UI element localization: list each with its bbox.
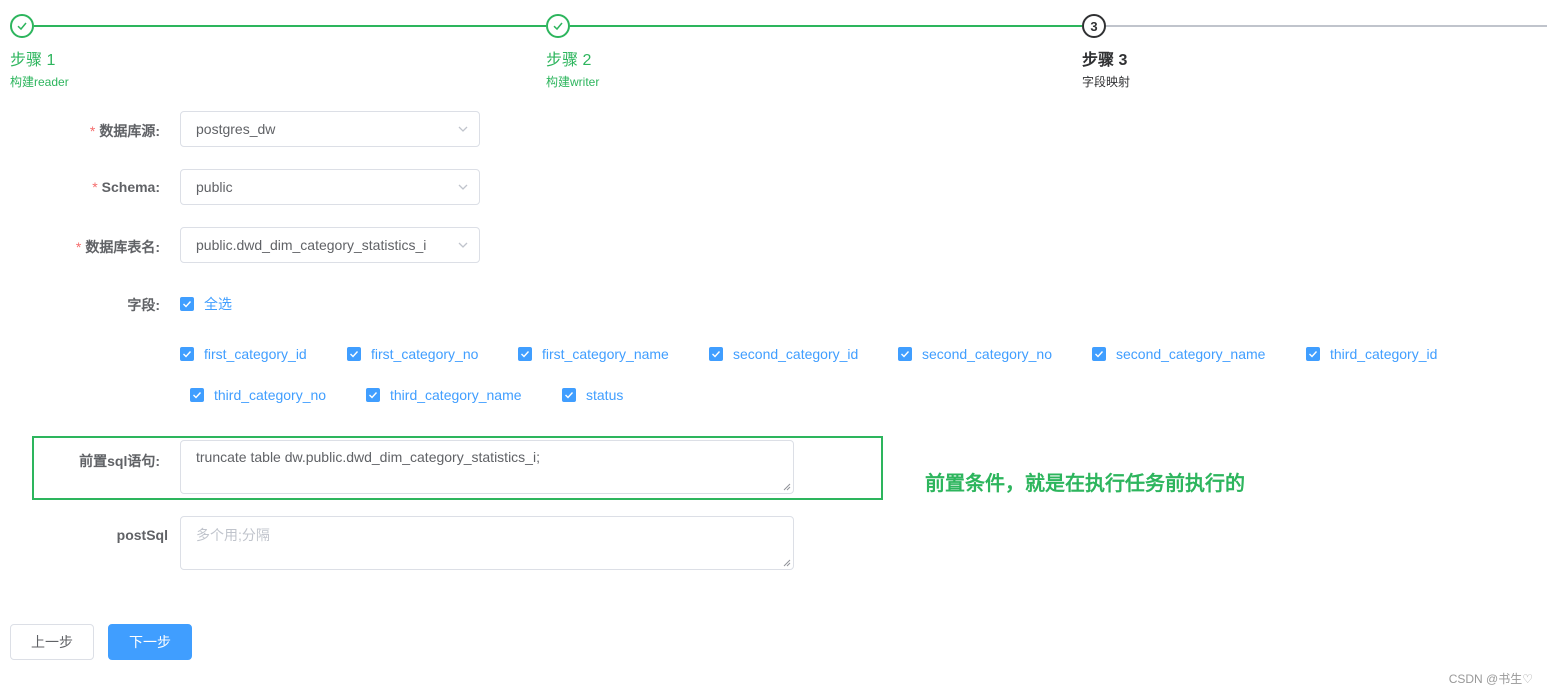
field-label: third_category_id <box>1330 346 1438 362</box>
annotation-text: 前置条件，就是在执行任务前执行的 <box>925 473 1245 495</box>
step-connector-1 <box>34 25 546 27</box>
post-sql-label: postSql <box>116 527 168 543</box>
field-checkbox-second-category-id[interactable]: second_category_id <box>709 346 858 362</box>
field-label: third_category_name <box>390 387 522 403</box>
post-sql-placeholder: 多个用;分隔 <box>196 527 270 543</box>
field-label: third_category_no <box>214 387 327 403</box>
chevron-down-icon <box>458 242 468 248</box>
field-checkbox-third-category-id[interactable]: third_category_id <box>1306 346 1437 362</box>
step-3-title: 步骤 3 <box>1082 52 1128 69</box>
datasource-label: * 数据库源: <box>89 123 160 139</box>
table-value: public.dwd_dim_category_statistics_i <box>196 237 427 253</box>
checkbox-checked-icon <box>562 388 576 402</box>
field-checkbox-third-category-name[interactable]: third_category_name <box>366 387 522 403</box>
step-2-title: 步骤 2 <box>546 52 592 69</box>
step-connector-2 <box>570 25 1082 27</box>
fields-label: 字段: <box>127 297 160 313</box>
field-label: second_category_no <box>922 346 1052 362</box>
field-label: first_category_no <box>371 346 479 362</box>
schema-select[interactable]: public <box>180 169 480 205</box>
field-label: second_category_name <box>1116 346 1266 362</box>
step-1-check-icon <box>10 14 34 38</box>
field-checkbox-second-category-name[interactable]: second_category_name <box>1092 346 1265 362</box>
resize-handle-icon[interactable] <box>783 483 791 491</box>
pre-sql-label: 前置sql语句: <box>79 453 160 469</box>
watermark: CSDN @书生♡ <box>1448 672 1533 686</box>
steps-bar: 步骤 1 构建reader 步骤 2 构建writer 3 步骤 3 字段映射 <box>0 0 1547 100</box>
prev-step-button[interactable]: 上一步 <box>10 624 94 660</box>
schema-label: * Schema: <box>92 179 160 195</box>
field-checkbox-second-category-no[interactable]: second_category_no <box>898 346 1052 362</box>
field-checkbox-status[interactable]: status <box>562 387 623 403</box>
select-all-label: 全选 <box>204 296 232 312</box>
field-label: first_category_id <box>204 346 307 362</box>
checkbox-checked-icon <box>518 347 532 361</box>
checkbox-checked-icon <box>366 388 380 402</box>
field-label: status <box>586 387 624 403</box>
table-label: * 数据库表名: <box>75 239 160 255</box>
step-1-desc: 构建reader <box>10 75 69 89</box>
select-all-checkbox[interactable]: 全选 <box>180 294 232 314</box>
checkbox-checked-icon <box>1092 347 1106 361</box>
step-2-check-icon <box>546 14 570 38</box>
checkbox-checked-icon <box>347 347 361 361</box>
chevron-down-icon <box>458 126 468 132</box>
field-label: second_category_id <box>733 346 859 362</box>
next-step-button[interactable]: 下一步 <box>108 624 192 660</box>
step-2-desc: 构建writer <box>546 75 600 89</box>
post-sql-textarea[interactable]: 多个用;分隔 <box>180 516 794 570</box>
datasource-select[interactable]: postgres_dw <box>180 111 480 147</box>
step-connector-3 <box>1106 25 1547 27</box>
field-checkbox-first-category-no[interactable]: first_category_no <box>347 346 478 362</box>
checkbox-checked-icon <box>898 347 912 361</box>
checkbox-checked-icon <box>709 347 723 361</box>
pre-sql-value: truncate table dw.public.dwd_dim_categor… <box>196 449 540 465</box>
resize-handle-icon[interactable] <box>783 559 791 567</box>
step-3-number: 3 <box>1082 14 1106 38</box>
step-3-desc: 字段映射 <box>1082 75 1131 89</box>
field-label: first_category_name <box>542 346 669 362</box>
chevron-down-icon <box>458 184 468 190</box>
field-checkbox-first-category-name[interactable]: first_category_name <box>518 346 669 362</box>
schema-value: public <box>196 179 233 195</box>
field-checkbox-first-category-id[interactable]: first_category_id <box>180 346 307 362</box>
field-checkbox-third-category-no[interactable]: third_category_no <box>190 387 326 403</box>
checkbox-checked-icon <box>180 297 194 311</box>
pre-sql-textarea[interactable]: truncate table dw.public.dwd_dim_categor… <box>180 440 794 494</box>
checkbox-checked-icon <box>1306 347 1320 361</box>
step-1-title: 步骤 1 <box>10 52 56 69</box>
checkbox-checked-icon <box>190 388 204 402</box>
table-select[interactable]: public.dwd_dim_category_statistics_i <box>180 227 480 263</box>
datasource-value: postgres_dw <box>196 121 276 137</box>
checkbox-checked-icon <box>180 347 194 361</box>
